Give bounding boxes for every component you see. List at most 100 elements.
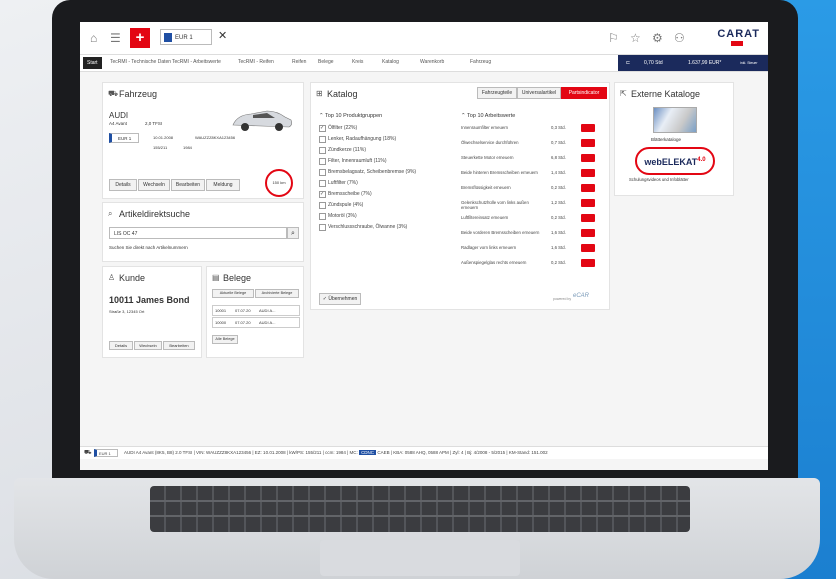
star-icon[interactable]: ☆ [630,31,641,45]
product-checkbox[interactable] [319,180,326,187]
documents-archived-tab[interactable]: Archivierte Belege [255,289,299,298]
search-article-icon: ⌕ [108,209,113,218]
add-to-cart-button[interactable] [581,169,595,177]
customer-details-button[interactable]: Details [109,341,133,350]
all-documents-button[interactable]: Alle Belege [212,335,238,344]
add-to-cart-button[interactable] [581,139,595,147]
products-header-label: Top 10 Produktgruppen [325,113,383,119]
catalog-card-title: Katalog [327,89,358,99]
tab-reifen[interactable]: Reifen [292,59,306,65]
customer-address: Straße 3, 12345 Ort [109,309,145,314]
document-icon: ▤ [212,273,220,282]
tab-katalog[interactable]: Katalog [382,59,399,65]
documents-card: ▤ Belege Aktuelle Belege Archivierte Bel… [206,266,304,358]
cart-summary[interactable]: ⊏ 0,70 Std 1.637,99 EUR* inkl. Steuer [618,55,768,71]
menu-icon[interactable]: ☰ [110,31,121,45]
add-to-cart-button[interactable] [581,199,595,207]
documents-current-tab[interactable]: Aktuelle Belege [212,289,254,298]
tab-universal-articles[interactable]: Universalartikel [517,87,561,99]
product-group-label: Zündkerze (11%) [328,147,366,153]
vehicle-make: AUDI [109,111,129,120]
add-to-cart-button[interactable] [581,229,595,237]
tab-belege[interactable]: Belege [318,59,334,65]
work-value-hours: 0,2 Std. [551,215,566,220]
flipbook-catalogs-label[interactable]: Blätterkataloge [651,137,681,142]
work-value-label: Bremsflüssigkeit erneuern [461,185,511,190]
status-engine-badge: CDNC [359,450,377,455]
vehicle-report-button[interactable]: Meldung [206,179,240,191]
tab-tecrmi-reifen[interactable]: TecRMI - Reifen [238,59,274,65]
user-icon[interactable]: ⚇ [674,31,685,45]
product-group-label: Bremsbelagsatz, Scheibenbremse (9%) [328,169,417,175]
tab-partsindicator[interactable]: Partsindicator [561,87,607,99]
apply-button[interactable]: ✓ Übernehmen [319,293,361,305]
search-icon[interactable]: ⌕ [287,227,299,239]
product-checkbox[interactable] [319,169,326,176]
work-value-label: Gelenkschutzhülle vorn links außen erneu… [461,200,529,210]
work-value-label: Beide hinteren Bremsscheiben erneuern [461,170,538,175]
article-search-input[interactable]: LIS OC 47 [109,227,287,239]
vehicle-kw-ps: 155/211 [153,145,168,150]
document-row[interactable]: 10001 07.07.20 AUDI A... [212,305,300,316]
document-vehicle: AUDI A... [259,308,276,313]
product-checkbox[interactable] [319,158,326,165]
tab-tecrmi-daten[interactable]: TecRMI - Technische Daten [110,59,171,65]
product-checkbox[interactable]: ✓ [319,191,326,198]
customer-change-button[interactable]: Wechseln [134,341,162,350]
document-number: 10000 [215,320,227,325]
customer-card-title: Kunde [119,273,146,283]
document-row[interactable]: 10000 07.07.20 AUDI A... [212,317,300,328]
product-group-label: Verschlussschraube, Ölwanne (3%) [328,224,408,230]
apply-label: Übernehmen [328,296,358,302]
vehicle-engine: 2,0 TFSI [145,121,163,126]
tab-tecrmi-arbeitswerte[interactable]: TecRMI - Arbeitswerte [172,59,221,65]
tab-kreis[interactable]: Kreis [352,59,363,65]
training-videos-label[interactable]: Schulungsvideos und Infoblätter [629,177,689,182]
close-icon[interactable]: ✕ [218,29,227,42]
vehicle-details-button[interactable]: Details [109,179,137,191]
add-to-cart-button[interactable] [581,184,595,192]
product-checkbox[interactable] [319,202,326,209]
add-to-cart-button[interactable] [581,244,595,252]
top-bar: ⌂ ☰ + EUR 1 ✕ ⚐ ☆ ⚙ ⚇ CARAT [80,22,768,55]
webelekat-logo[interactable]: webELEKAT4.0 [635,147,715,175]
tab-vehicle-parts[interactable]: Fahrzeugteile [477,87,517,99]
vehicle-edit-button[interactable]: Bearbeiten [171,179,205,191]
flag-icon[interactable]: ⚐ [608,31,619,45]
product-checkbox[interactable] [319,224,326,231]
add-to-cart-button[interactable] [581,124,595,132]
new-button[interactable]: + [130,28,150,48]
product-checkbox[interactable] [319,147,326,154]
vehicle-displacement: 1984 [183,145,192,150]
customer-edit-button[interactable]: Bearbeiten [163,341,195,350]
add-to-cart-button[interactable] [581,259,595,267]
work-value-hours: 0,3 Std. [551,125,566,130]
catalog-card: ⊞ Katalog Fahrzeugteile Universalartikel… [310,82,610,310]
work-value-hours: 0,2 Std. [551,185,566,190]
add-to-cart-button[interactable] [581,214,595,222]
tab-start[interactable]: Start [83,57,102,69]
vehicle-selector-value: EUR 1 [175,35,193,41]
status-plate[interactable]: EUR 1 [94,449,118,457]
product-checkbox[interactable] [319,213,326,220]
article-search-hint[interactable]: Suchen Sie direkt nach Artikelnummern [109,245,188,250]
license-plate: EUR 1 [109,133,139,143]
flipbook-catalogs-image[interactable] [653,107,697,133]
vehicle-selector[interactable]: EUR 1 [160,29,212,45]
vehicle-vin: WAUZZZ8KXA123456 [195,135,236,140]
vehicle-model: A4 Avant [109,121,127,126]
vehicle-change-button[interactable]: Wechseln [138,179,170,191]
tab-warenkorb[interactable]: Warenkorb [420,59,444,65]
app-screen: ⌂ ☰ + EUR 1 ✕ ⚐ ☆ ⚙ ⚇ CARAT Start TecRMI… [80,22,768,470]
person-icon: ♙ [108,273,116,282]
work-value-label: Beide vorderen Bremsscheiben erneuern [461,230,540,235]
powered-by-label: powered by [553,297,572,301]
product-checkbox[interactable]: ✓ [319,125,326,132]
add-to-cart-button[interactable] [581,154,595,162]
vehicle-card: ⛟ Fahrzeug AUDI A4 Avant 2,0 TFSI EUR 1 … [102,82,304,199]
product-checkbox[interactable] [319,136,326,143]
home-icon[interactable]: ⌂ [90,31,97,45]
tab-fahrzeug[interactable]: Fahrzeug [470,59,491,65]
works-header-label: Top 10 Arbeitswerte [467,113,516,119]
settings-icon[interactable]: ⚙ [652,31,663,45]
